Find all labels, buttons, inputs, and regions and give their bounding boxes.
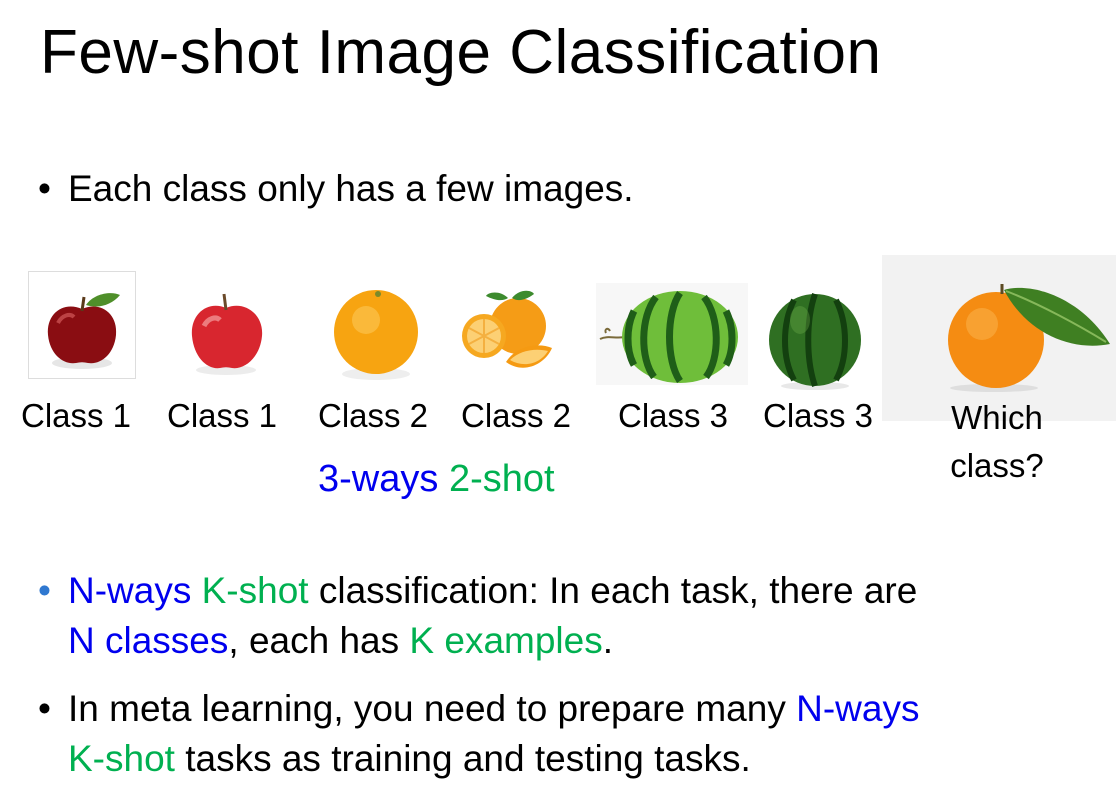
- sliced-orange-icon: [462, 290, 552, 368]
- query-label-line1: Which: [951, 399, 1043, 436]
- support-label: Class 3: [763, 397, 874, 434]
- n-ways-term: N-ways: [796, 688, 920, 729]
- support-label: Class 1: [167, 397, 278, 434]
- query-label-line2: class?: [950, 447, 1044, 484]
- watermelon-icon: [596, 283, 748, 385]
- text-segment: , each has: [228, 620, 410, 661]
- shot-label: 2-shot: [448, 458, 555, 500]
- setting-label: 3-ways 2-shot: [318, 456, 555, 502]
- bullet-dot: •: [38, 688, 51, 729]
- n-classes-term: N classes: [68, 620, 229, 661]
- k-shot-term: K-shot: [68, 738, 175, 779]
- k-examples-term: K examples: [409, 620, 603, 661]
- bullet-text: Each class only has a few images.: [68, 168, 634, 209]
- support-label: Class 1: [21, 397, 132, 434]
- bullet-text: In meta learning, you need to prepare ma…: [68, 684, 919, 784]
- ways-label: 3-ways: [318, 458, 439, 500]
- bullet-dot: •: [38, 570, 51, 611]
- slide-title: Few-shot Image Classification: [40, 18, 882, 87]
- n-ways-term: N-ways: [68, 570, 192, 611]
- text-segment: .: [602, 620, 613, 661]
- bullet-dot: •: [38, 168, 51, 209]
- red-apple-icon: [191, 293, 263, 375]
- text-segment: classification: In each task, there are: [308, 570, 918, 611]
- support-label: Class 2: [461, 397, 572, 434]
- query-label: Which class?: [937, 398, 1057, 486]
- support-label: Class 2: [318, 397, 429, 434]
- bullet-text: N-ways K-shot classification: In each ta…: [68, 566, 917, 666]
- text-segment: tasks as training and testing tasks.: [174, 738, 751, 779]
- red-apple-icon: [28, 271, 136, 379]
- text-segment: In meta learning, you need to prepare ma…: [68, 688, 797, 729]
- watermelon-icon: [769, 293, 861, 390]
- orange-icon: [334, 290, 418, 380]
- k-shot-term: K-shot: [201, 570, 309, 611]
- tangerine-with-leaf-icon: [948, 284, 1110, 392]
- support-label: Class 3: [618, 397, 729, 434]
